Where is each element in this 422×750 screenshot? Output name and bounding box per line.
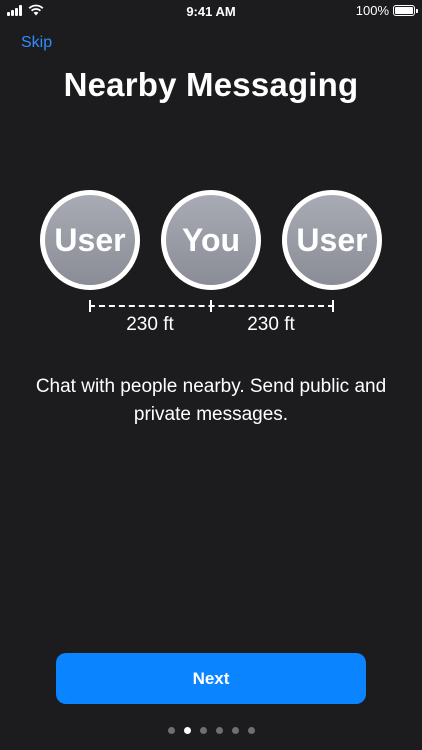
status-bar: 9:41 AM 100% [0, 0, 422, 22]
page-title: Nearby Messaging [63, 66, 359, 103]
page-dot-6[interactable] [247, 727, 255, 734]
skip-button[interactable]: Skip [21, 34, 52, 52]
ruler-tick-left [89, 300, 91, 312]
battery-fill [395, 7, 413, 14]
user-avatar-right: User [282, 190, 382, 290]
page-indicator[interactable] [0, 727, 422, 734]
user-avatar-left: User [40, 190, 140, 290]
distance-ruler [89, 300, 334, 312]
battery-icon [393, 5, 418, 16]
ruler-tick-middle [210, 300, 212, 312]
battery-percent: 100% [355, 3, 389, 18]
distance-label-left: 230 ft [126, 314, 174, 335]
page-dot-3[interactable] [199, 727, 207, 734]
you-avatar: You [161, 190, 261, 290]
description-text: Chat with people nearby. Send public and… [35, 376, 387, 425]
distance-label-right: 230 ft [247, 314, 295, 335]
page-dot-5[interactable] [231, 727, 239, 734]
status-right: 100% [355, 3, 418, 18]
page-dot-2[interactable] [183, 727, 191, 734]
page-dot-4[interactable] [215, 727, 223, 734]
ruler-tick-right [332, 300, 334, 312]
next-button[interactable]: Next [56, 653, 366, 704]
page-dot-1[interactable] [167, 727, 175, 734]
